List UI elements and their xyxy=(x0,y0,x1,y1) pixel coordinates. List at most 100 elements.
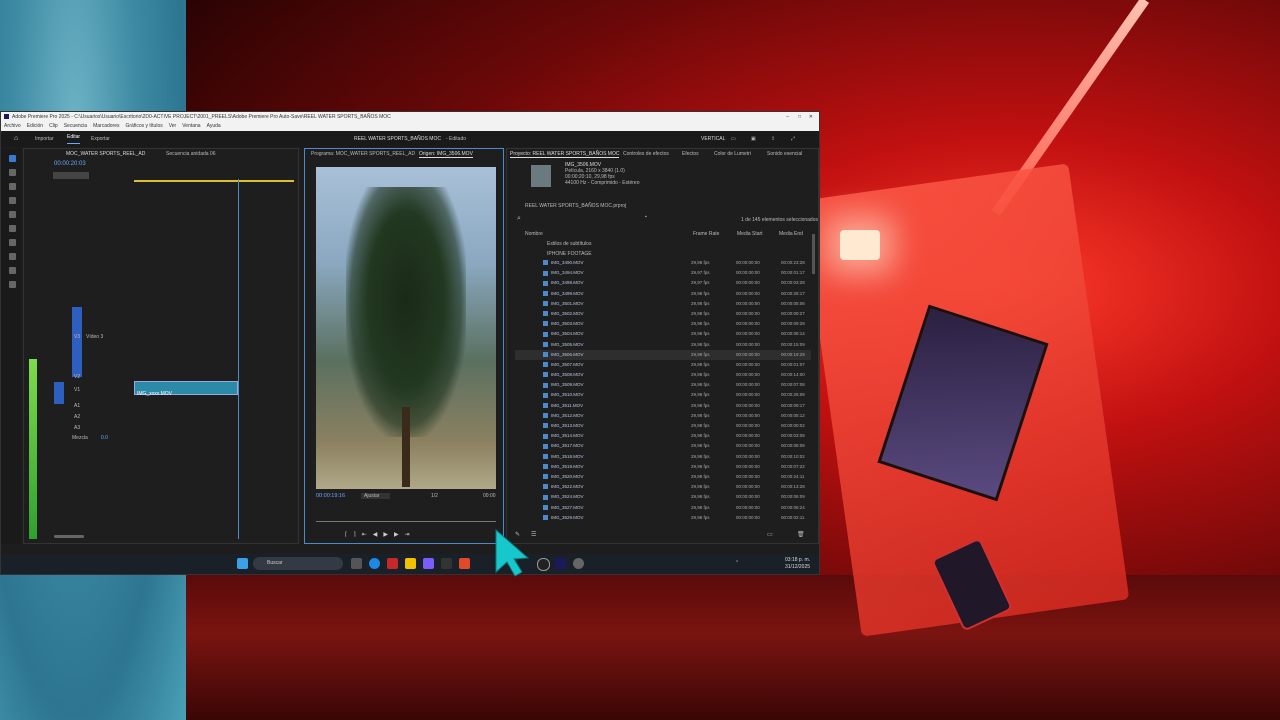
tab-exportar[interactable]: Exportar xyxy=(91,131,110,147)
folder-subtitle-styles[interactable]: Estilos de subtítulos xyxy=(547,241,591,247)
track-a2[interactable]: A2 xyxy=(74,414,80,420)
app-icon-2[interactable] xyxy=(423,558,434,569)
fit-dropdown[interactable]: Ajustar xyxy=(361,493,390,499)
menu-archivo[interactable]: Archivo xyxy=(4,123,21,129)
menu-clip[interactable]: Clip xyxy=(49,123,58,129)
app-icon-5[interactable] xyxy=(537,558,550,571)
list-item[interactable]: IMG_3502.MOV 29,98 fps 00:00:00:00 00:00:09… xyxy=(515,309,811,319)
fullscreen-icon[interactable]: ⤢ xyxy=(791,131,795,147)
rectangle-icon[interactable] xyxy=(9,239,16,246)
list-item[interactable]: IMG_3520.MOV 29,98 fps 00:00:00:00 00:00:24… xyxy=(515,472,811,482)
list-item[interactable]: IMG_3512.MOV 29,98 fps 00:00:00:00 00:00:05… xyxy=(515,411,811,421)
list-item[interactable]: IMG_3505.MOV 29,98 fps 00:00:00:00 00:00:15… xyxy=(515,340,811,350)
tab-essential-sound[interactable]: Sonido esencial xyxy=(767,151,802,157)
list-item[interactable]: IMG_3527.MOV 29,98 fps 00:00:00:00 00:00:06… xyxy=(515,503,811,513)
app-icon[interactable] xyxy=(387,558,398,569)
list-item[interactable]: IMG_3529.MOV 29,98 fps 00:00:00:00 00:00:02… xyxy=(515,513,811,520)
windows-start-icon[interactable] xyxy=(237,558,248,569)
tab-program[interactable]: Programa: MOC_WATER SPORTS_REEL_AD xyxy=(311,151,415,157)
project-scrollbar[interactable] xyxy=(812,234,815,274)
timeline-timecode[interactable]: 00:00:20:03 xyxy=(54,161,86,167)
ripple-edit-icon[interactable] xyxy=(9,183,16,190)
video-preview[interactable] xyxy=(316,167,496,489)
search-icon[interactable]: ⌕ xyxy=(517,215,521,223)
tab-timeline-sequence[interactable]: MOC_WATER SPORTS_REEL_AD xyxy=(66,151,145,157)
hand-icon[interactable] xyxy=(9,253,16,260)
list-view-icon[interactable]: ☰ xyxy=(531,531,536,538)
list-item[interactable]: IMG_3494.MOV 29,97 fps 00:00:00:00 00:00:01… xyxy=(515,268,811,278)
selection-tool-icon[interactable] xyxy=(9,155,16,162)
razor-icon[interactable] xyxy=(9,197,16,204)
new-bin-icon[interactable]: ▪ xyxy=(645,214,647,220)
trash-icon[interactable]: 🗑 xyxy=(797,531,805,538)
track-v1[interactable]: V1 xyxy=(74,387,80,393)
timeline-controls[interactable] xyxy=(53,172,89,179)
v3-track-target[interactable] xyxy=(72,307,82,377)
tab-project[interactable]: Proyecto: REEL WATER SPORTS_BAÑOS MOC xyxy=(510,151,620,158)
taskbar-time[interactable]: 03:18 p. m. xyxy=(785,557,810,563)
list-item[interactable]: IMG_3514.MOV 29,98 fps 00:00:00:00 00:00:03… xyxy=(515,431,811,441)
track-v2[interactable]: V2 xyxy=(74,374,80,380)
quick-export-icon[interactable]: ⇪ xyxy=(771,131,775,147)
resolution-dropdown[interactable]: 1/2 xyxy=(431,493,438,499)
video-clip[interactable]: IMG_xxxx.MOV xyxy=(134,381,238,397)
program-timecode[interactable]: 00:00:19:16 xyxy=(316,493,345,499)
workspaces-icon[interactable]: ▭ xyxy=(731,131,736,147)
pen-icon[interactable] xyxy=(9,225,16,232)
list-item[interactable]: IMG_3498.MOV 29,97 fps 00:00:00:00 00:00:03… xyxy=(515,278,811,288)
list-item[interactable]: IMG_3513.MOV 29,98 fps 00:00:00:00 00:00:00… xyxy=(515,421,811,431)
monitor-scrubber[interactable] xyxy=(316,521,496,522)
list-item[interactable]: IMG_3519.MOV 29,98 fps 00:00:00:00 00:00:07… xyxy=(515,462,811,472)
slip-icon[interactable] xyxy=(9,211,16,218)
work-area-bar[interactable] xyxy=(134,180,294,182)
publish-icon[interactable]: ▣ xyxy=(751,131,756,147)
new-item-icon[interactable]: ▭ xyxy=(767,531,773,538)
menu-ayuda[interactable]: Ayuda xyxy=(207,123,221,129)
list-item[interactable]: IMG_3499.MOV 29,98 fps 00:00:00:00 00:00:28… xyxy=(515,289,811,299)
menu-edicion[interactable]: Edición xyxy=(27,123,43,129)
list-item[interactable]: IMG_3522.MOV 29,98 fps 00:00:00:00 00:00:13… xyxy=(515,482,811,492)
column-frame-rate[interactable]: Frame Rate xyxy=(693,231,719,237)
playhead[interactable] xyxy=(238,179,239,539)
premiere-taskbar-icon[interactable] xyxy=(555,558,566,569)
settings-icon[interactable] xyxy=(573,558,584,569)
column-name[interactable]: Nombre xyxy=(525,231,543,237)
app-icon-3[interactable] xyxy=(441,558,452,569)
list-item[interactable]: IMG_3517.MOV 29,98 fps 00:00:00:00 00:00:08… xyxy=(515,441,811,451)
tab-effect-controls[interactable]: Controles de efectos xyxy=(623,151,669,157)
v1-source-patch[interactable] xyxy=(54,382,64,404)
list-item[interactable]: IMG_3524.MOV 29,98 fps 00:00:00:00 00:00:06… xyxy=(515,492,811,502)
tab-nested-sequence[interactable]: Secuencia anidada 06 xyxy=(166,151,216,157)
type-icon[interactable] xyxy=(9,267,16,274)
tray-chevron-icon[interactable]: ⌃ xyxy=(735,560,739,566)
list-item[interactable]: IMG_3508.MOV 29,98 fps 00:00:00:00 00:00:14… xyxy=(515,370,811,380)
tool-extra-icon[interactable] xyxy=(9,281,16,288)
track-a1[interactable]: A1 xyxy=(74,403,80,409)
track-select-icon[interactable] xyxy=(9,169,16,176)
tab-lumetri[interactable]: Color de Lumetri xyxy=(714,151,751,157)
file-explorer-icon[interactable] xyxy=(405,558,416,569)
tab-effects[interactable]: Efectos xyxy=(682,151,699,157)
list-item[interactable]: IMG_3506.MOV 29,98 fps 00:00:00:00 00:00:19… xyxy=(515,349,811,360)
edge-icon[interactable] xyxy=(369,558,380,569)
list-item[interactable]: IMG_3503.MOV 29,98 fps 00:00:00:00 00:00:09… xyxy=(515,319,811,329)
menu-ventana[interactable]: Ventana xyxy=(182,123,200,129)
minimize-icon[interactable]: – xyxy=(786,112,789,122)
list-item[interactable]: IMG_3511.MOV 29,98 fps 00:00:00:00 00:00:09… xyxy=(515,401,811,411)
home-icon[interactable]: ⌂ xyxy=(14,131,18,147)
list-item[interactable]: IMG_3501.MOV 29,98 fps 00:00:00:00 00:00:05… xyxy=(515,299,811,309)
preview-thumbnail[interactable] xyxy=(531,165,551,187)
transport-controls[interactable]: ⌈⌉⇤◀▶▶⇥ xyxy=(345,531,495,539)
tab-importar[interactable]: Importar xyxy=(35,131,54,147)
menu-graficos[interactable]: Gráficos y títulos xyxy=(125,123,162,129)
maximize-icon[interactable]: □ xyxy=(798,112,801,122)
track-v3[interactable]: V3 xyxy=(74,334,80,340)
mix-value[interactable]: 0.0 xyxy=(101,435,108,441)
menu-ver[interactable]: Ver xyxy=(169,123,177,129)
menu-marcadores[interactable]: Marcadores xyxy=(93,123,119,129)
list-item[interactable]: IMG_3518.MOV 29,98 fps 00:00:00:00 00:00:10… xyxy=(515,452,811,462)
list-item[interactable]: IMG_3510.MOV 29,98 fps 00:00:00:00 00:00:26… xyxy=(515,390,811,400)
tab-editar[interactable]: Editar xyxy=(67,131,81,144)
taskbar-date[interactable]: 31/12/2025 xyxy=(785,564,810,570)
menu-secuencia[interactable]: Secuencia xyxy=(64,123,87,129)
